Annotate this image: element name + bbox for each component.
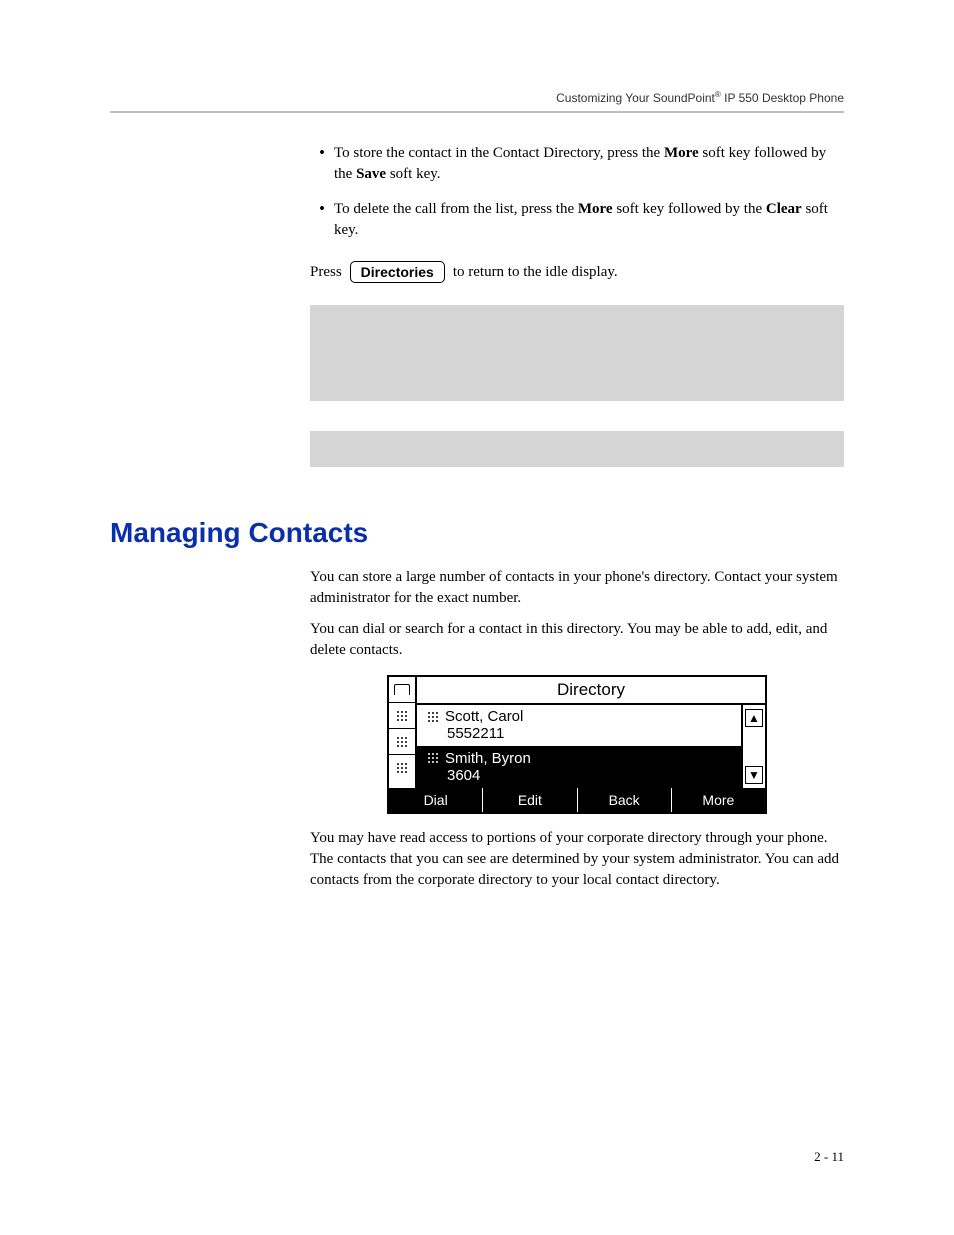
bullet-marker: • (310, 199, 334, 241)
keypad-icon (396, 736, 408, 748)
paragraph: You can store a large number of contacts… (310, 567, 844, 609)
phone-icon (394, 684, 410, 695)
phone-scroll-column: ▲ ▼ (741, 705, 765, 788)
phone-contact-list: Scott, Carol 5552211 Smith, Byron 3604 (417, 705, 741, 788)
keypad-icon (396, 710, 408, 722)
bullet-item: • To store the contact in the Contact Di… (310, 143, 844, 185)
section-heading: Managing Contacts (110, 517, 844, 549)
scroll-up-button[interactable]: ▲ (745, 709, 763, 727)
phone-directory-figure: Directory Scott, Carol 5552211 Smith, By… (387, 675, 767, 814)
keypad-icon (427, 711, 439, 723)
page-number: 2 - 11 (814, 1149, 844, 1165)
press-before: Press (310, 264, 342, 281)
contact-number: 3604 (447, 767, 735, 784)
keypad-icon (396, 762, 408, 774)
softkey-back[interactable]: Back (578, 788, 672, 812)
directories-button[interactable]: Directories (350, 261, 445, 283)
phone-side-icons (389, 677, 417, 788)
header-suffix: IP 550 Desktop Phone (721, 91, 844, 105)
gray-placeholder-box (310, 305, 844, 401)
contact-name: Smith, Byron (445, 750, 531, 767)
bullet-text: To store the contact in the Contact Dire… (334, 143, 844, 185)
press-instruction: Press Directories to return to the idle … (310, 261, 844, 283)
bullet-text: To delete the call from the list, press … (334, 199, 844, 241)
phone-softkey-row: Dial Edit Back More (389, 788, 765, 812)
contact-number: 5552211 (447, 725, 735, 742)
page-header: Customizing Your SoundPoint® IP 550 Desk… (110, 90, 844, 113)
softkey-more[interactable]: More (672, 788, 765, 812)
softkey-dial[interactable]: Dial (389, 788, 483, 812)
header-prefix: Customizing Your SoundPoint (556, 91, 715, 105)
bullet-marker: • (310, 143, 334, 185)
contact-entry[interactable]: Scott, Carol 5552211 (417, 705, 741, 747)
bullet-item: • To delete the call from the list, pres… (310, 199, 844, 241)
gray-placeholder-box (310, 431, 844, 467)
keypad-icon (427, 752, 439, 764)
paragraph: You can dial or search for a contact in … (310, 619, 844, 661)
paragraph: You may have read access to portions of … (310, 828, 844, 891)
scroll-down-button[interactable]: ▼ (745, 766, 763, 784)
contact-name: Scott, Carol (445, 708, 523, 725)
contact-entry-selected[interactable]: Smith, Byron 3604 (417, 747, 741, 789)
press-after: to return to the idle display. (453, 264, 618, 281)
softkey-edit[interactable]: Edit (483, 788, 577, 812)
phone-screen-title: Directory (417, 677, 765, 705)
